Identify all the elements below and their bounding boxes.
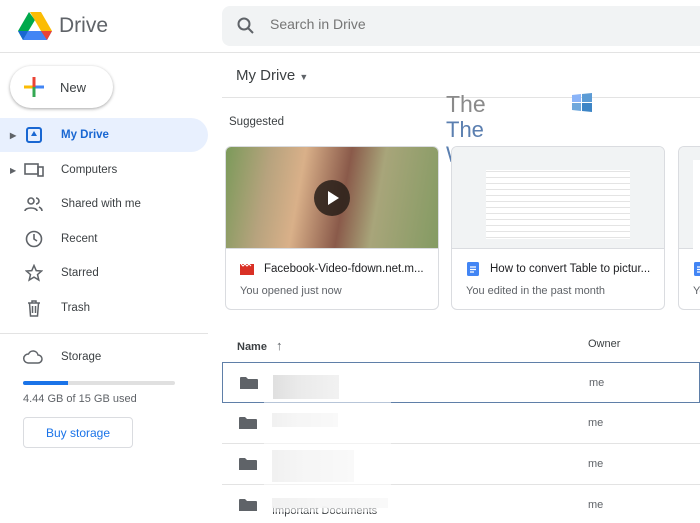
play-icon — [328, 191, 339, 205]
suggested-card[interactable]: How to convert Table to pictur... You ed… — [451, 146, 665, 310]
storage-progress-fill — [23, 381, 68, 385]
sidebar-item-label: Computers — [61, 164, 118, 176]
expand-caret-icon[interactable]: ▶ — [10, 166, 16, 175]
document-preview — [466, 160, 650, 249]
card-subtitle: You edited in the past month — [466, 285, 606, 297]
windows-logo-icon — [572, 93, 592, 112]
search-bar[interactable] — [222, 6, 700, 46]
owner-cell: me — [588, 499, 604, 511]
storage-used-text: 4.44 GB of 15 GB used — [23, 393, 137, 405]
owner-cell: me — [588, 458, 604, 470]
sidebar-item-trash[interactable]: Trash — [0, 291, 208, 325]
sidebar-item-my-drive[interactable]: ▶ My Drive — [0, 118, 208, 152]
suggested-card[interactable]: Yo — [678, 146, 700, 310]
sidebar-item-label: My Drive — [61, 129, 109, 141]
sidebar-item-label: Trash — [61, 302, 90, 314]
expand-caret-icon[interactable]: ▶ — [10, 131, 16, 140]
video-thumbnail — [226, 147, 438, 249]
sidebar-item-starred[interactable]: Starred — [0, 256, 208, 290]
people-icon — [24, 194, 44, 214]
computer-icon — [24, 160, 44, 180]
document-thumbnail — [679, 147, 700, 249]
card-subtitle: You opened just now — [240, 285, 342, 297]
sort-arrow-up-icon[interactable]: ↑ — [276, 338, 283, 353]
search-input[interactable] — [270, 16, 570, 32]
search-icon — [237, 17, 254, 34]
new-button[interactable]: New — [10, 66, 113, 108]
trash-icon — [24, 298, 44, 318]
column-header-owner[interactable]: Owner — [588, 338, 620, 350]
sidebar-divider — [0, 333, 208, 334]
plus-icon — [24, 77, 44, 97]
star-icon — [24, 263, 44, 283]
sidebar-item-label: Starred — [61, 267, 99, 279]
folder-icon — [239, 417, 257, 429]
card-title: Facebook-Video-fdown.net.m... — [264, 263, 424, 275]
sidebar-item-computers[interactable]: ▶ Computers — [0, 153, 208, 187]
column-header-name[interactable]: Name ↑ — [237, 338, 283, 353]
sidebar-item-label: Shared with me — [61, 198, 141, 210]
sidebar-item-shared[interactable]: Shared with me — [0, 187, 208, 221]
cloud-icon — [23, 350, 43, 364]
dropdown-arrow-icon[interactable]: ▼ — [299, 72, 308, 82]
app-name: Drive — [59, 14, 109, 37]
header-divider — [0, 52, 700, 53]
document-thumbnail — [452, 147, 664, 249]
sidebar-item-label: Recent — [61, 233, 98, 245]
storage-label: Storage — [61, 351, 102, 363]
folder-icon — [239, 458, 257, 470]
page-title[interactable]: My Drive ▼ — [236, 67, 308, 84]
clock-icon — [24, 229, 44, 249]
buy-storage-button[interactable]: Buy storage — [23, 417, 133, 448]
video-file-icon — [240, 263, 254, 275]
blur-overlay-panel — [264, 400, 391, 512]
owner-cell: me — [589, 377, 605, 389]
card-title: How to convert Table to pictur... — [490, 263, 651, 275]
my-drive-icon — [24, 125, 44, 145]
owner-cell: me — [588, 417, 604, 429]
drive-logo-icon — [18, 12, 52, 40]
blurred-file-name — [273, 375, 339, 399]
suggested-card[interactable]: Facebook-Video-fdown.net.m... You opened… — [225, 146, 439, 310]
new-label: New — [60, 79, 87, 95]
docs-icon — [467, 262, 479, 276]
sidebar-item-recent[interactable]: Recent — [0, 222, 208, 256]
card-subtitle: Yo — [693, 285, 700, 297]
column-name-label: Name — [237, 341, 267, 353]
docs-icon — [694, 262, 700, 276]
suggested-label: Suggested — [229, 116, 284, 128]
page-title-text: My Drive — [236, 67, 296, 84]
play-button[interactable] — [314, 180, 350, 216]
folder-icon — [239, 499, 257, 511]
folder-icon — [240, 377, 258, 389]
storage-progress-bar — [23, 381, 175, 385]
table-row[interactable]: me — [222, 362, 700, 403]
